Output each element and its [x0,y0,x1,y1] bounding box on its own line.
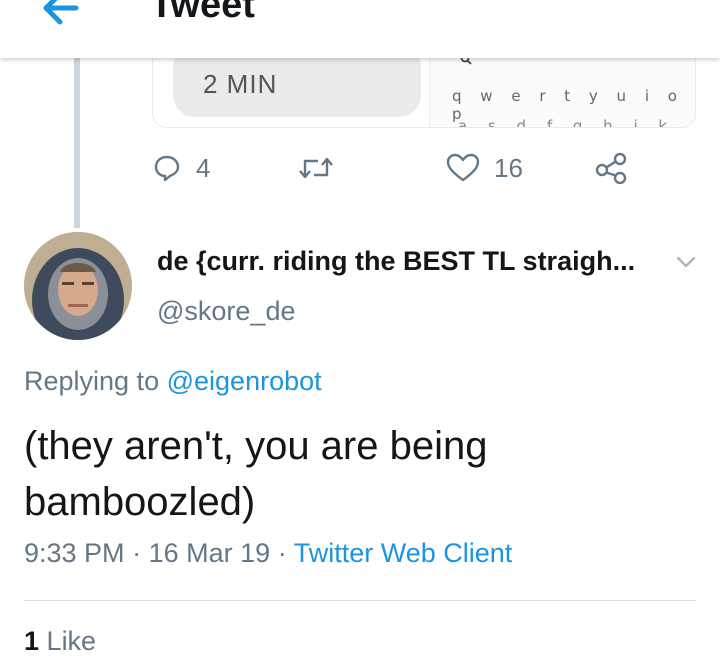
retweet-button[interactable] [296,146,336,190]
page-title: Tweet [150,0,255,26]
likes-summary[interactable]: 1 Like [24,626,96,657]
meta-separator: · [277,538,287,568]
like-count: 16 [494,152,523,183]
display-name[interactable]: de {curr. riding the BEST TL straigh... [157,246,635,277]
tweet-text-line-2: bamboozled) [24,480,256,524]
tweet-text: (they aren't, you are being bamboozled) [24,418,694,530]
thread-connector-line [74,58,80,228]
reply-icon [154,155,180,182]
share-button[interactable] [594,146,628,190]
like-button[interactable]: 16 [446,146,523,190]
share-icon [595,152,627,184]
reply-count: 4 [196,152,211,183]
tweet-text-line-1: (they aren't, you are being [24,424,488,468]
client-link[interactable]: Twitter Web Client [294,538,513,568]
duration-label: 2 MIN [203,69,278,99]
back-arrow-icon[interactable] [26,0,86,36]
user-handle[interactable]: @skore_de [157,296,295,327]
tweet-date: 16 Mar 19 [148,538,271,568]
replying-to-handle-link[interactable]: @eigenrobot [167,366,322,396]
chevron-down-icon[interactable] [672,250,700,274]
avatar-image [24,232,132,340]
parent-action-bar: 4 16 [0,146,720,190]
divider [24,600,696,601]
retweet-icon [299,157,333,179]
likes-count: 1 [24,626,40,656]
likes-label: Like [46,626,97,656]
top-bar: Tweet [0,0,720,58]
replying-to: Replying to @eigenrobot [24,366,322,397]
tweet-meta: 9:33 PM · 16 Mar 19 · Twitter Web Client [24,538,512,569]
avatar[interactable] [24,232,132,340]
replying-to-label: Replying to [24,366,160,396]
tweet-time: 9:33 PM [24,538,125,568]
like-heart-icon [446,153,480,182]
reply-button[interactable]: 4 [152,146,210,190]
meta-separator: · [132,538,142,568]
keyboard-row-2: a s d f g h j k l [458,117,676,128]
